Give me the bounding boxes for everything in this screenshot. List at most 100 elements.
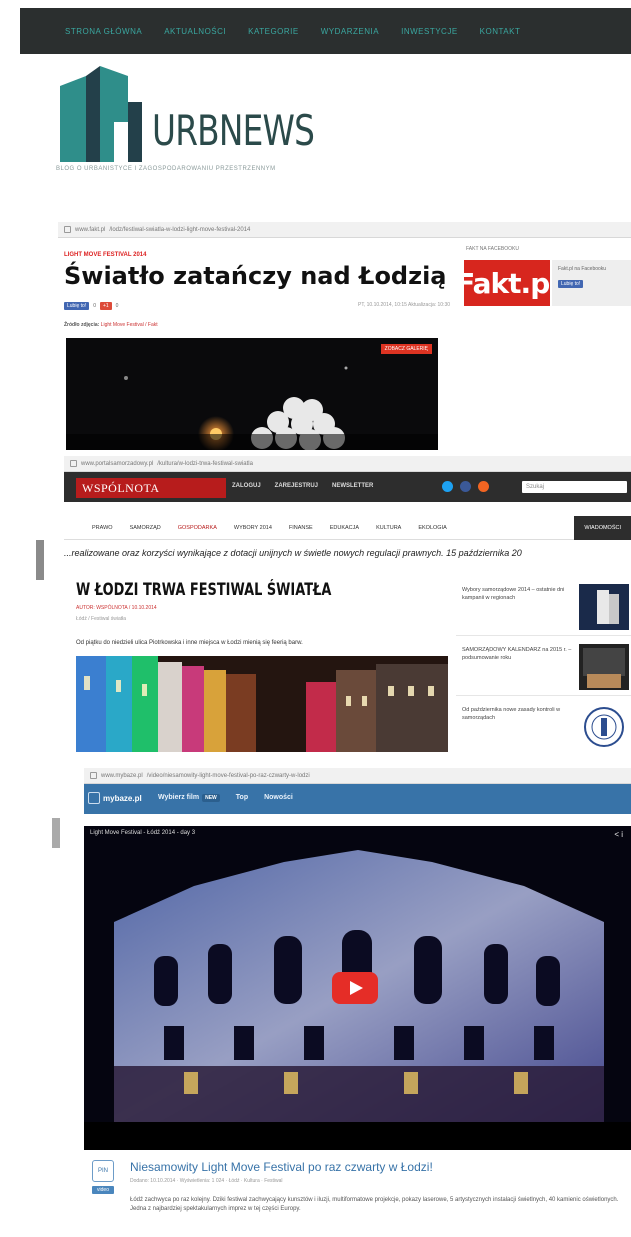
wspolnota-url-bar[interactable]: www.portalsamorzadowy.pl /kultura/w-lodz… — [64, 456, 631, 472]
choose-film-menu[interactable]: Wybierz film NEW — [158, 794, 220, 802]
logo-wordmark: URBNEWS — [152, 106, 315, 155]
fakt-logo: Fakt.pl — [456, 266, 559, 300]
wspolnota-logo-text: WSPÓLNOTA — [82, 480, 160, 495]
new-pill: NEW — [202, 794, 220, 802]
page-icon — [90, 772, 97, 779]
subnav-item-last[interactable]: Wiadomości — [574, 516, 631, 540]
night-crowd-photo — [66, 338, 438, 450]
video-meta: Dodano: 10.10.2014 · Wyświetlenia: 1 024… — [130, 1178, 283, 1184]
site-logo[interactable]: URBNEWS BLOG O URBANISTYCE I ZAGOSPODARO… — [56, 62, 356, 182]
subnav-item[interactable]: Prawo — [92, 525, 113, 531]
video-title[interactable]: Niesamowity Light Move Festival po raz c… — [130, 1160, 433, 1174]
sidebar-item[interactable]: Od października nowe zasady kontroli w s… — [456, 700, 631, 752]
gplus-button[interactable]: +1 — [99, 302, 112, 310]
facebook-like-button[interactable]: Lubię to! — [64, 302, 90, 310]
fakt-date: PT, 10.10.2014, 10:15 Aktualizacja: 10:3… — [358, 302, 451, 308]
fakt-side-label: FAKT NA FACEBOOKU — [466, 246, 519, 252]
search-input[interactable]: Szukaj — [522, 481, 627, 493]
mybaze-url-path: /video/niesamowity-light-move-festival-p… — [146, 772, 310, 779]
subnav-item[interactable]: Edukacja — [330, 525, 359, 531]
nav-categories[interactable]: Kategorie — [248, 27, 299, 36]
page-icon — [64, 226, 71, 233]
mybaze-brand[interactable]: mybaze.pl — [88, 792, 142, 804]
fakt-social: Lubię to! 0 +1 0 — [64, 302, 118, 310]
subnav-item-active[interactable]: Gospodarka — [178, 525, 217, 531]
subnav-item[interactable]: Wybory 2014 — [234, 525, 272, 531]
fakt-url-path: /lodz/festiwal-swiatla-w-lodzi-light-mov… — [109, 226, 251, 233]
logo-tagline: BLOG O URBANISTYCE I ZAGOSPODAROWANIU PR… — [56, 166, 276, 172]
share-info-icons[interactable]: < i — [614, 830, 623, 839]
subnav-item[interactable]: Finanse — [289, 525, 313, 531]
fakt-facebook-widget: Fakt.pl na Facebooku Lubię to! — [552, 260, 631, 306]
login-link[interactable]: Zaloguj — [232, 483, 261, 489]
paper-tear — [52, 818, 60, 848]
gplus-count: 0 — [115, 303, 119, 309]
sidebar-thumb — [579, 584, 629, 630]
fakt-headline: Światło zatańczy nad Łodzią — [64, 262, 447, 290]
gallery-badge[interactable]: ZOBACZ GALERIĘ — [380, 344, 432, 354]
sidebar-thumb — [579, 704, 629, 750]
subnav-item[interactable]: Kultura — [376, 525, 401, 531]
facebook-icon[interactable] — [460, 481, 471, 492]
article-tags: Łódź / Festiwal światła — [76, 616, 127, 622]
fakt-widget-like-button[interactable]: Lubię to! — [558, 280, 584, 288]
building-logo-icon — [60, 66, 142, 162]
video-player[interactable]: Light Move Festival - Łódź 2014 - day 3 … — [84, 826, 631, 1150]
wspolnota-url-domain: www.portalsamorzadowy.pl — [81, 460, 154, 467]
mybaze-screenshot: www.mybaze.pl /video/niesamowity-light-m… — [84, 768, 631, 1237]
wspolnota-sub-nav: Prawo Samorząd Gospodarka Wybory 2014 Fi… — [64, 516, 631, 540]
mybaze-url-bar[interactable]: www.mybaze.pl /video/niesamowity-light-m… — [84, 768, 631, 784]
nav-events[interactable]: Wydarzenia — [321, 27, 379, 36]
nav-investments[interactable]: Inwestycje — [401, 27, 458, 36]
newsletter-link[interactable]: Newsletter — [332, 483, 373, 489]
choose-film-label: Wybierz film — [158, 794, 200, 801]
sidebar-item-title: Od października nowe zasady kontroli w s… — [462, 707, 561, 721]
sidebar-item-title: SAMORZĄDOWY KALENDARZ na 2015 r. – podsu… — [462, 647, 572, 661]
wspolnota-top-nav: Zaloguj Zarejestruj Newsletter — [232, 483, 373, 489]
play-button[interactable] — [332, 972, 378, 1004]
article-meta: AUTOR: WSPÓLNOTA / 10.10.2014 — [76, 605, 157, 611]
wspolnota-logo[interactable]: WSPÓLNOTA — [76, 478, 226, 498]
source-value[interactable]: Light Move Festival / Fakt — [101, 322, 158, 328]
subnav-item[interactable]: Samorząd — [130, 525, 161, 531]
nav-home[interactable]: Strona główna — [65, 27, 142, 36]
nav-top-link[interactable]: Top — [236, 794, 248, 801]
nav-news[interactable]: Aktualności — [164, 27, 226, 36]
article-lead: Od piątku do niedzieli ulica Piotrkowska… — [76, 640, 303, 646]
subnav-item[interactable]: Ekologia — [418, 525, 446, 531]
fakt-url-bar[interactable]: www.fakt.pl /lodz/festiwal-swiatla-w-lod… — [58, 222, 631, 238]
paper-tear — [36, 540, 44, 580]
piotrkowska-photo[interactable] — [76, 656, 448, 752]
fakt-widget-text: Fakt.pl na Facebooku — [558, 266, 607, 272]
mybaze-brand-text: mybaze.pl — [103, 793, 142, 803]
fakt-url-domain: www.fakt.pl — [75, 226, 106, 233]
sidebar-item[interactable]: Wybory samorządowe 2014 – ostatnie dni k… — [456, 580, 631, 636]
mybaze-url-domain: www.mybaze.pl — [101, 772, 143, 779]
register-link[interactable]: Zarejestruj — [275, 483, 318, 489]
colorful-facades-photo — [76, 656, 448, 752]
fakt-screenshot: www.fakt.pl /lodz/festiwal-swiatla-w-lod… — [58, 222, 631, 450]
wspolnota-masthead: WSPÓLNOTA Zaloguj Zarejestruj Newsletter… — [64, 472, 631, 502]
fakt-photo[interactable]: ZOBACZ GALERIĘ — [66, 338, 438, 450]
news-ticker[interactable]: ...realizowane oraz korzyści wynikające … — [64, 548, 631, 558]
article-title: W ŁODZI TRWA FESTIWAL ŚWIATŁA — [76, 580, 332, 600]
sidebar-item-title: Wybory samorządowe 2014 – ostatnie dni k… — [462, 587, 565, 601]
rss-icon[interactable] — [478, 481, 489, 492]
video-type-badge: video — [92, 1186, 114, 1194]
main-nav: Strona główna Aktualności Kategorie Wyda… — [20, 8, 631, 54]
mybaze-logo-icon — [88, 792, 100, 804]
mybaze-nav: Wybierz film NEW Top Nowości — [158, 794, 293, 802]
mybaze-site-bar: mybaze.pl Wybierz film NEW Top Nowości — [84, 784, 631, 814]
fakt-logo-box[interactable]: Fakt.pl — [456, 260, 559, 306]
twitter-icon[interactable] — [442, 481, 453, 492]
video-description: Łódź zachwyca po raz kolejny. Dziki fest… — [130, 1197, 619, 1212]
video-info: PIN video Niesamowity Light Move Festiva… — [84, 1156, 631, 1237]
nav-new-link[interactable]: Nowości — [264, 794, 293, 801]
fakt-kicker: LIGHT MOVE FESTIVAL 2014 — [64, 252, 147, 258]
sidebar-item[interactable]: SAMORZĄDOWY KALENDARZ na 2015 r. – podsu… — [456, 640, 631, 696]
video-pin-icon[interactable]: PIN — [92, 1160, 114, 1182]
nav-contact[interactable]: Kontakt — [480, 27, 521, 36]
page-icon — [70, 460, 77, 467]
like-count: 0 — [93, 303, 96, 309]
wspolnota-screenshot: www.portalsamorzadowy.pl /kultura/w-lodz… — [64, 456, 631, 752]
